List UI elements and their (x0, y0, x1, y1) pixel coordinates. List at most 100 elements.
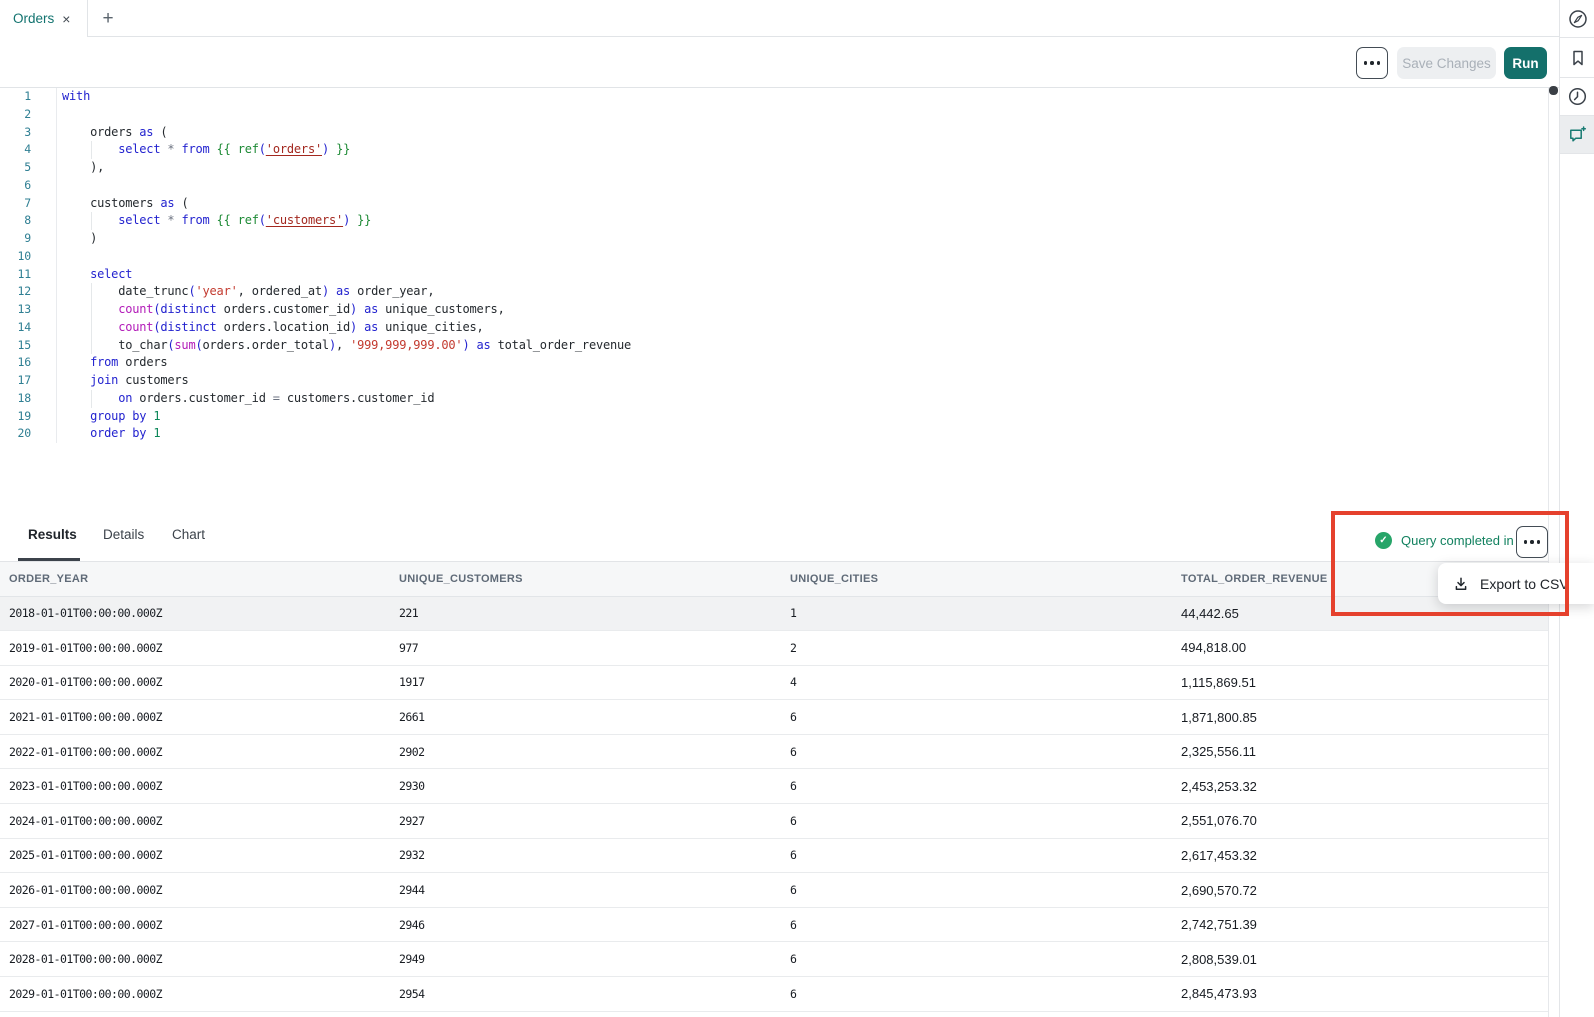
download-icon (1452, 575, 1470, 593)
code-text: select * from {{ ref('customers') }} (57, 212, 371, 230)
table-cell: 6 (781, 769, 1172, 804)
table-cell: 2,808,539.01 (1172, 942, 1548, 977)
results-tab-details[interactable]: Details (103, 527, 144, 542)
line-number: 2 (0, 106, 57, 124)
tab-orders-label: Orders (13, 11, 54, 26)
table-cell: 2,453,253.32 (1172, 769, 1548, 804)
table-cell: 2932 (390, 838, 781, 873)
more-options-icon (1524, 540, 1541, 544)
line-number: 3 (0, 124, 57, 142)
results-table: ORDER_YEARUNIQUE_CUSTOMERSUNIQUE_CITIEST… (0, 562, 1548, 1012)
line-number: 9 (0, 230, 57, 248)
line-number: 1 (0, 88, 57, 106)
table-cell: 6 (781, 942, 1172, 977)
code-line[interactable]: 15 to_char(sum(orders.order_total), '999… (0, 337, 1540, 355)
code-line[interactable]: 12 date_trunc('year', ordered_at) as ord… (0, 283, 1540, 301)
more-options-icon (1364, 61, 1381, 65)
line-number: 17 (0, 372, 57, 390)
table-row: 2018-01-01T00:00:00.000Z221144,442.65 (0, 596, 1548, 631)
results-tab-bar: Results Details Chart (0, 508, 1548, 562)
results-tab-chart[interactable]: Chart (172, 527, 205, 542)
table-row: 2022-01-01T00:00:00.000Z290262,325,556.1… (0, 734, 1548, 769)
code-line[interactable]: 14 count(distinct orders.location_id) as… (0, 319, 1540, 337)
code-line[interactable]: 6 (0, 177, 1540, 195)
table-row: 2027-01-01T00:00:00.000Z294662,742,751.3… (0, 907, 1548, 942)
close-icon[interactable]: × (62, 12, 70, 26)
export-to-csv-item[interactable]: Export to CSV (1480, 576, 1569, 592)
table-cell: 2,617,453.32 (1172, 838, 1548, 873)
table-cell: 6 (781, 977, 1172, 1012)
column-header-order_year: ORDER_YEAR (0, 562, 390, 596)
line-number: 7 (0, 195, 57, 213)
table-row: 2023-01-01T00:00:00.000Z293062,453,253.3… (0, 769, 1548, 804)
editor-more-options-button[interactable] (1356, 47, 1388, 79)
code-text: group by 1 (57, 408, 160, 426)
table-cell: 6 (781, 700, 1172, 735)
table-cell: 2020-01-01T00:00:00.000Z (0, 665, 390, 700)
code-line[interactable]: 2 (0, 106, 1540, 124)
code-line[interactable]: 16 from orders (0, 354, 1540, 372)
editor-toolbar: Save Changes Run (0, 37, 1559, 88)
table-cell: 2949 (390, 942, 781, 977)
file-tab-bar: Orders × + (0, 0, 1559, 37)
code-text: count(distinct orders.location_id) as un… (57, 319, 484, 337)
export-menu: Export to CSV (1438, 563, 1594, 604)
table-cell: 4 (781, 665, 1172, 700)
results-more-options-button[interactable] (1516, 526, 1548, 558)
bookmark-icon[interactable] (1560, 38, 1594, 77)
column-header-unique_cities: UNIQUE_CITIES (781, 562, 1172, 596)
table-cell: 6 (781, 734, 1172, 769)
tab-orders[interactable]: Orders × (0, 0, 88, 37)
code-line[interactable]: 20 order by 1 (0, 425, 1540, 443)
table-cell: 2027-01-01T00:00:00.000Z (0, 907, 390, 942)
run-button[interactable]: Run (1504, 47, 1547, 79)
code-line[interactable]: 5 ), (0, 159, 1540, 177)
code-line[interactable]: 8 select * from {{ ref('customers') }} (0, 212, 1540, 230)
new-tab-button[interactable]: + (95, 6, 121, 32)
line-number: 11 (0, 266, 57, 284)
code-text: join customers (57, 372, 188, 390)
table-cell: 2023-01-01T00:00:00.000Z (0, 769, 390, 804)
right-icon-sidebar (1559, 0, 1594, 1017)
line-number: 14 (0, 319, 57, 337)
save-changes-button[interactable]: Save Changes (1397, 47, 1496, 79)
table-cell: 2024-01-01T00:00:00.000Z (0, 804, 390, 839)
table-cell: 1,871,800.85 (1172, 700, 1548, 735)
table-cell: 977 (390, 631, 781, 666)
table-cell: 221 (390, 596, 781, 631)
pane-right-edge (1548, 88, 1549, 1017)
table-row: 2029-01-01T00:00:00.000Z295462,845,473.9… (0, 977, 1548, 1012)
table-row: 2021-01-01T00:00:00.000Z266161,871,800.8… (0, 700, 1548, 735)
history-icon[interactable] (1560, 78, 1594, 115)
code-line[interactable]: 10 (0, 248, 1540, 266)
editor-scrollbar-thumb[interactable] (1549, 86, 1558, 95)
code-text: with (57, 88, 90, 106)
table-cell: 2 (781, 631, 1172, 666)
code-line[interactable]: 13 count(distinct orders.customer_id) as… (0, 301, 1540, 319)
feedback-plus-icon[interactable] (1560, 116, 1594, 153)
code-line[interactable]: 17 join customers (0, 372, 1540, 390)
sql-code-editor[interactable]: 1with23 orders as (4 select * from {{ re… (0, 88, 1540, 443)
table-cell: 2028-01-01T00:00:00.000Z (0, 942, 390, 977)
results-tab-results[interactable]: Results (28, 527, 77, 542)
code-text (57, 177, 62, 195)
table-row: 2019-01-01T00:00:00.000Z9772494,818.00 (0, 631, 1548, 666)
code-line[interactable]: 1with (0, 88, 1540, 106)
table-cell: 2,325,556.11 (1172, 734, 1548, 769)
code-line[interactable]: 19 group by 1 (0, 408, 1540, 426)
query-status: ✓ Query completed in 5s (1375, 532, 1531, 549)
code-line[interactable]: 18 on orders.customer_id = customers.cus… (0, 390, 1540, 408)
code-line[interactable]: 9 ) (0, 230, 1540, 248)
line-number: 8 (0, 212, 57, 230)
compass-icon[interactable] (1560, 0, 1594, 37)
code-line[interactable]: 11 select (0, 266, 1540, 284)
table-row: 2020-01-01T00:00:00.000Z191741,115,869.5… (0, 665, 1548, 700)
line-number: 6 (0, 177, 57, 195)
table-cell: 2021-01-01T00:00:00.000Z (0, 700, 390, 735)
code-text: on orders.customer_id = customers.custom… (57, 390, 434, 408)
code-line[interactable]: 7 customers as ( (0, 195, 1540, 213)
code-line[interactable]: 3 orders as ( (0, 124, 1540, 142)
code-line[interactable]: 4 select * from {{ ref('orders') }} (0, 141, 1540, 159)
table-cell: 2,551,076.70 (1172, 804, 1548, 839)
table-cell: 2018-01-01T00:00:00.000Z (0, 596, 390, 631)
